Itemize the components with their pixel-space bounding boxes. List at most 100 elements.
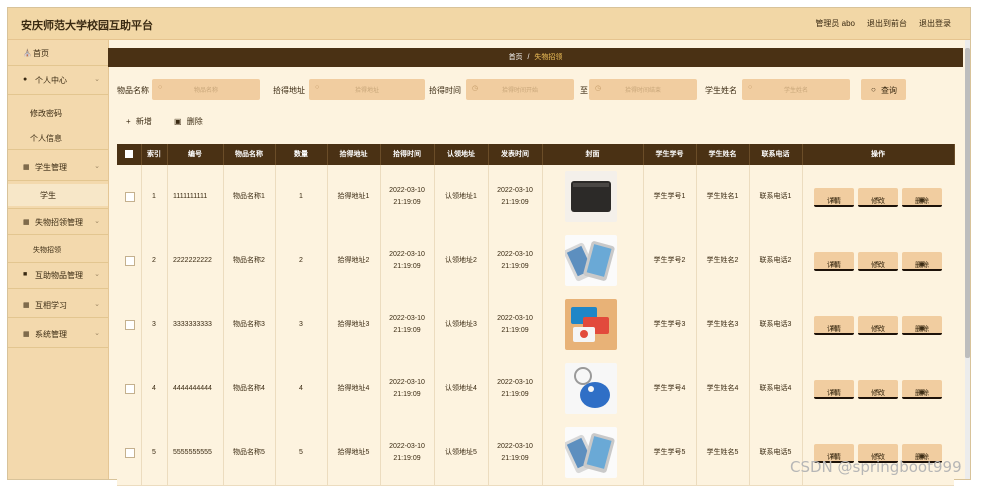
row-checkbox[interactable] xyxy=(125,256,135,266)
edit-button[interactable]: ✎ 修改 xyxy=(858,380,898,399)
edit-button[interactable]: ✎ 修改 xyxy=(858,252,898,271)
edit-button[interactable]: ✎ 修改 xyxy=(858,316,898,335)
cell-operations: ▤ 详情 ✎ 修改 ▣ 删除 xyxy=(802,293,954,357)
delete-button[interactable]: ▣ 删除 xyxy=(174,116,203,127)
cover-image[interactable] xyxy=(565,427,617,478)
row-select-cell xyxy=(117,357,142,421)
sidebar-item-student[interactable]: 学生 xyxy=(8,184,108,206)
back-to-front-link[interactable]: 退出到前台 xyxy=(867,18,907,29)
sidebar-item-change-password[interactable]: 修改密码 xyxy=(8,102,108,124)
add-button[interactable]: + 新增 xyxy=(126,116,152,127)
row-checkbox[interactable] xyxy=(125,384,135,394)
table-row: 5 5555555555 物品名称5 5 拾得地址5 2022-03-10 21:19:09… xyxy=(117,421,954,486)
student-name-input[interactable]: ○ 学生姓名 xyxy=(742,79,850,100)
column-header: 拾得时间 xyxy=(380,144,435,165)
cell-pickup-place: 拾得地址3 xyxy=(327,293,381,357)
chevron-down-icon: ⌄ xyxy=(94,330,100,337)
breadcrumb-home[interactable]: 首页 xyxy=(509,54,523,61)
cell-student-no: 学生学号4 xyxy=(643,357,697,421)
delete-row-button[interactable]: ▣ 删除 xyxy=(902,188,942,207)
sidebar-item-label: 修改密码 xyxy=(30,109,62,118)
detail-button[interactable]: ▤ 详情 xyxy=(814,188,854,207)
sidebar-item-label: 个人中心 xyxy=(35,76,67,85)
chevron-down-icon: ⌄ xyxy=(94,301,100,308)
pickup-time-start-input[interactable]: ◷ 拾得时间开始 xyxy=(466,79,574,100)
pickup-place-input[interactable]: ○ 拾得地址 xyxy=(309,79,425,100)
column-header: 学生学号 xyxy=(643,144,697,165)
delete-row-button[interactable]: ▣ 删除 xyxy=(902,380,942,399)
column-header: 物品名称 xyxy=(223,144,276,165)
cell-code: 3333333333 xyxy=(167,293,224,357)
cover-image[interactable] xyxy=(565,235,617,286)
detail-button[interactable]: ▤ 详情 xyxy=(814,252,854,271)
chevron-down-icon: ⌄ xyxy=(94,271,100,278)
sidebar-divider xyxy=(8,65,108,66)
row-checkbox[interactable] xyxy=(125,448,135,458)
cell-index: 2 xyxy=(141,229,168,293)
sidebar-item-personal-center[interactable]: ● 个人中心 ⌄ xyxy=(8,69,108,91)
sidebar-item-lost-found-mgmt[interactable]: ▦ 失物招领管理 ⌄ xyxy=(8,211,108,233)
sidebar-item-lost-found[interactable]: 失物招领 xyxy=(8,239,108,261)
cell-cover xyxy=(542,229,644,293)
pickup-time-end-input[interactable]: ◷ 拾得时间结束 xyxy=(589,79,697,100)
cover-image[interactable] xyxy=(565,363,617,414)
item-name-input[interactable]: ○ 物品名称 xyxy=(152,79,260,100)
sidebar-item-home[interactable]: ⛪ 首页 xyxy=(8,42,108,64)
sidebar-item-system-mgmt[interactable]: ▦ 系统管理 ⌄ xyxy=(8,323,108,345)
sidebar-item-student-mgmt[interactable]: ▦ 学生管理 ⌄ xyxy=(8,156,108,178)
edit-button[interactable]: ✎ 修改 xyxy=(858,188,898,207)
cell-operations: ▤ 详情 ✎ 修改 ▣ 删除 xyxy=(802,229,954,293)
goods-icon: ■ xyxy=(23,271,28,278)
cell-pickup-time: 2022-03-10 21:19:09 xyxy=(380,421,435,485)
cell-qty: 5 xyxy=(275,421,328,485)
delete-row-button[interactable]: ▣ 删除 xyxy=(902,252,942,271)
row-checkbox[interactable] xyxy=(125,320,135,330)
cell-cover xyxy=(542,293,644,357)
watermark: CSDN @springboot999 xyxy=(790,458,962,476)
cover-image[interactable] xyxy=(565,171,617,222)
cell-student-name: 学生姓名1 xyxy=(696,165,750,229)
grid-icon: ▦ xyxy=(23,219,30,226)
cell-name: 物品名称1 xyxy=(223,165,276,229)
column-header: 编号 xyxy=(167,144,224,165)
logout-link[interactable]: 退出登录 xyxy=(919,18,951,29)
cover-image[interactable] xyxy=(565,299,617,350)
sidebar-divider xyxy=(8,234,108,235)
cell-claim-place: 认领地址3 xyxy=(434,293,489,357)
cell-phone: 联系电话4 xyxy=(749,357,803,421)
sidebar-item-mutual-learning[interactable]: ▦ 互相学习 ⌄ xyxy=(8,294,108,316)
breadcrumb-separator: / xyxy=(527,54,530,61)
detail-button[interactable]: ▤ 详情 xyxy=(814,380,854,399)
select-all-checkbox[interactable] xyxy=(125,150,133,158)
pickup-place-label: 拾得地址 xyxy=(273,86,305,95)
cell-post-time: 2022-03-10 21:19:09 xyxy=(488,421,543,485)
chevron-down-icon: ⌄ xyxy=(94,163,100,170)
search-button[interactable]: ○ 查询 xyxy=(861,79,906,100)
sidebar-item-mutual-goods-mgmt[interactable]: ■ 互助物品管理 ⌄ xyxy=(8,264,108,286)
cell-qty: 2 xyxy=(275,229,328,293)
breadcrumb-current: 失物招领 xyxy=(534,54,563,61)
table-header: 索引 编号 物品名称 数量 拾得地址 拾得时间 认领地址 发表时间 封面 学生学号 学生姓名 联系电话… xyxy=(117,144,955,165)
cell-post-time: 2022-03-10 21:19:09 xyxy=(488,165,543,229)
row-checkbox[interactable] xyxy=(125,192,135,202)
sidebar-item-label: 互助物品管理 xyxy=(35,271,83,280)
top-bar: 安庆师范大学校园互助平台 管理员 abo 退出到前台 退出登录 xyxy=(8,8,970,40)
cell-student-no: 学生学号2 xyxy=(643,229,697,293)
cell-student-name: 学生姓名5 xyxy=(696,421,750,485)
cell-cover xyxy=(542,421,644,485)
cell-cover xyxy=(542,165,644,229)
cell-index: 1 xyxy=(141,165,168,229)
column-header: 封面 xyxy=(542,144,644,165)
delete-row-button[interactable]: ▣ 删除 xyxy=(902,316,942,335)
cell-name: 物品名称5 xyxy=(223,421,276,485)
detail-button[interactable]: ▤ 详情 xyxy=(814,316,854,335)
column-header: 拾得地址 xyxy=(327,144,381,165)
cell-student-name: 学生姓名3 xyxy=(696,293,750,357)
cell-name: 物品名称3 xyxy=(223,293,276,357)
column-header: 操作 xyxy=(802,144,955,165)
cell-phone: 联系电话3 xyxy=(749,293,803,357)
column-header: 数量 xyxy=(275,144,328,165)
sidebar-item-personal-info[interactable]: 个人信息 xyxy=(8,127,108,149)
column-header: 联系电话 xyxy=(749,144,803,165)
cell-post-time: 2022-03-10 21:19:09 xyxy=(488,229,543,293)
